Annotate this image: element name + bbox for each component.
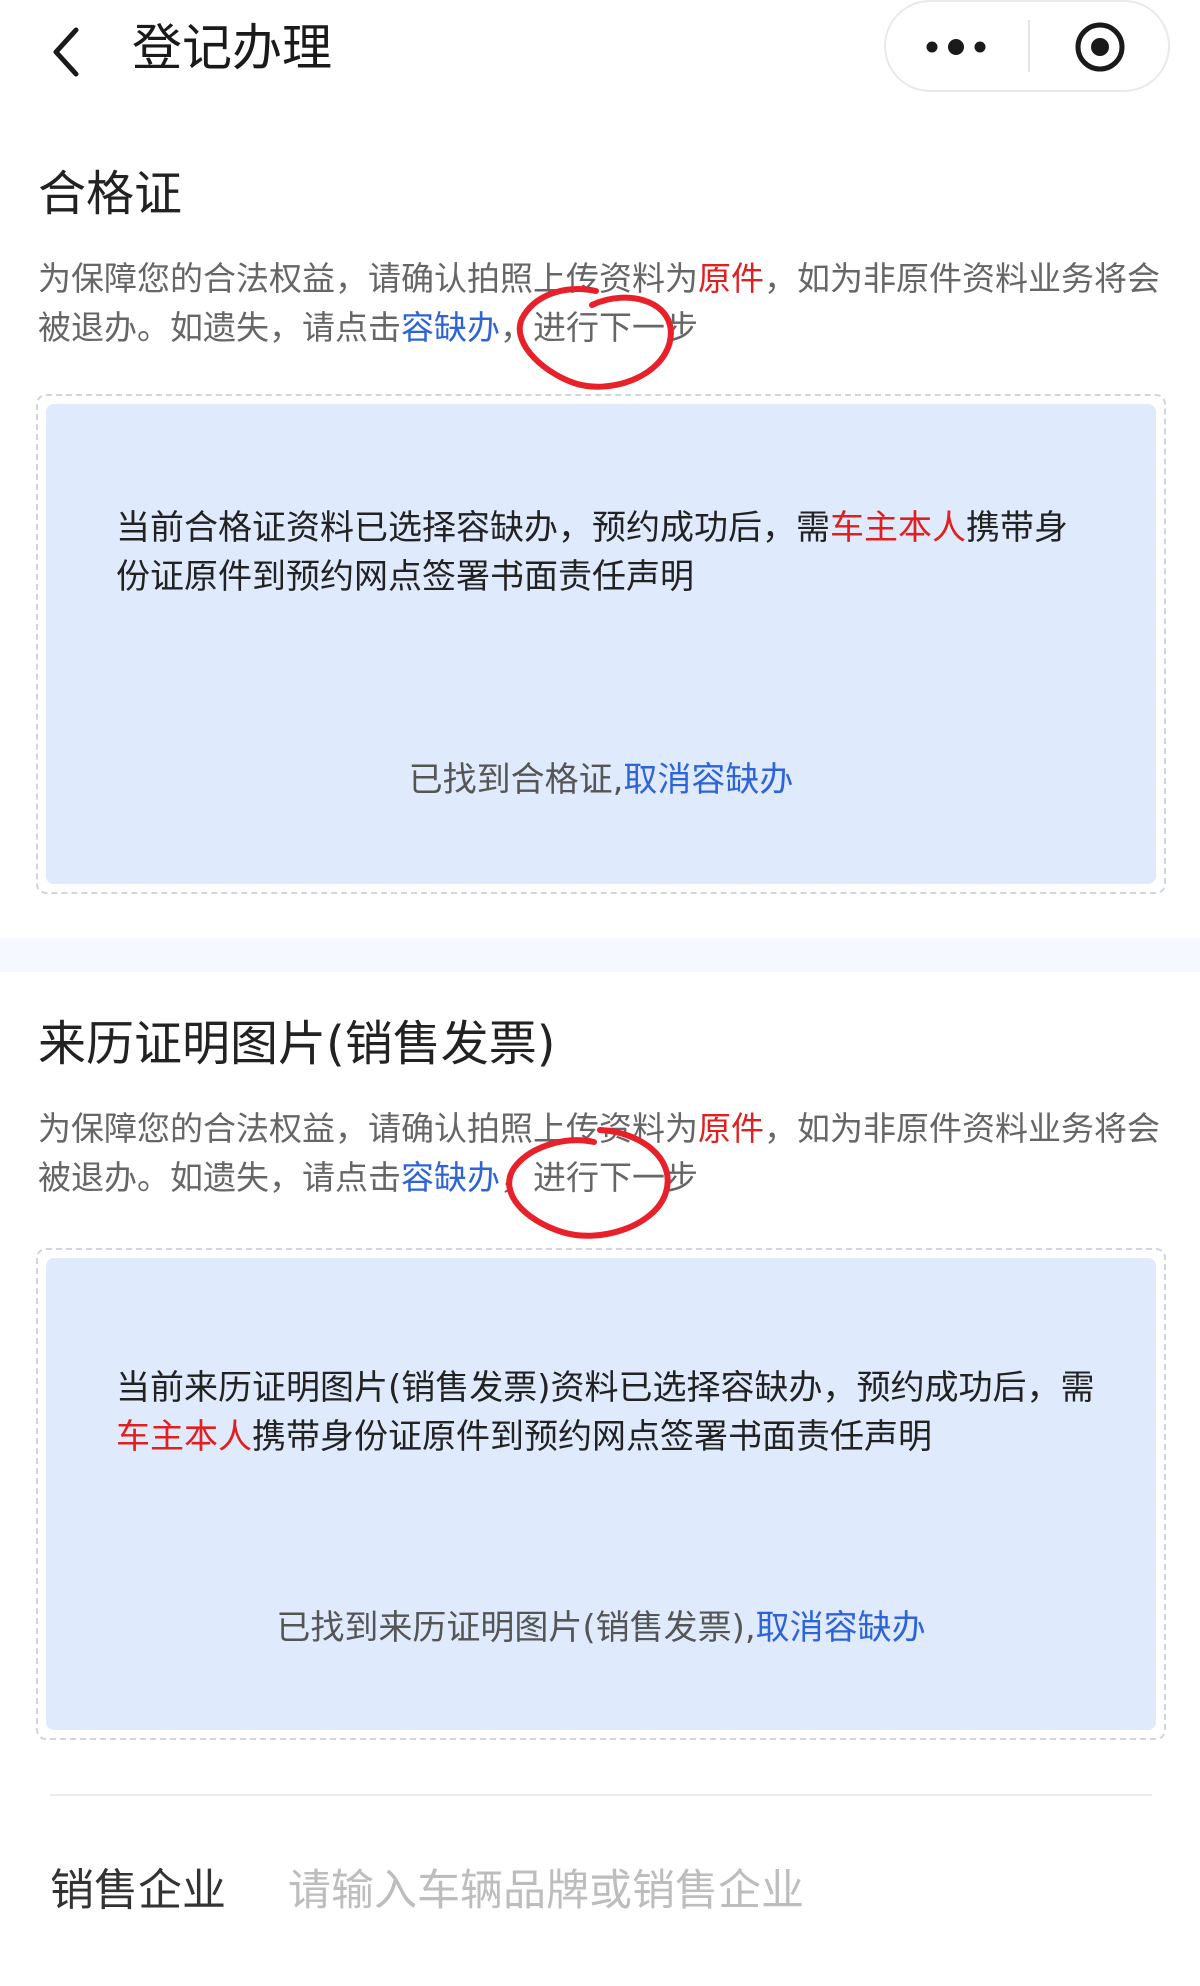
upload-card: 当前来历证明图片(销售发票)资料已选择容缺办，预约成功后，需车主本人携带身份证原… — [36, 1248, 1166, 1740]
card-message: 当前合格证资料已选择容缺办，预约成功后，需车主本人携带身份证原件到预约网点签署书… — [116, 504, 1096, 602]
sales-company-row: 销售企业 — [0, 1800, 1200, 1986]
status-text: 已找到合格证, — [408, 760, 624, 800]
notice-part: 为保障您的合法权益，请确认拍照上传资料为 — [38, 1109, 698, 1148]
card-status: 已找到合格证,取消容缺办 — [46, 756, 1156, 804]
section-title: 来历证明图片(销售发票) — [38, 1016, 556, 1072]
upload-card: 当前合格证资料已选择容缺办，预约成功后，需车主本人携带身份证原件到预约网点签署书… — [36, 394, 1166, 894]
notice-part: ，进行下一步 — [500, 1158, 698, 1197]
sales-company-label: 销售企业 — [50, 1865, 226, 1916]
rongque-link[interactable]: 容缺办 — [401, 308, 500, 347]
notice-highlight: 原件 — [698, 259, 764, 298]
card-message-highlight: 车主本人 — [116, 1417, 252, 1457]
notice-part: ，进行下一步 — [500, 308, 698, 347]
section-certificate: 合格证 为保障您的合法权益，请确认拍照上传资料为原件，如为非原件资料业务将会被退… — [0, 0, 1200, 938]
section-purchase-invoice: 来历证明图片(销售发票) 为保障您的合法权益，请确认拍照上传资料为原件，如为非原… — [0, 972, 1200, 1794]
card-message-part: 当前合格证资料已选择容缺办，预约成功后，需 — [116, 508, 830, 548]
field-divider — [50, 1794, 1152, 1796]
cancel-rongque-link[interactable]: 取消容缺办 — [756, 1608, 926, 1648]
card-message: 当前来历证明图片(销售发票)资料已选择容缺办，预约成功后，需车主本人携带身份证原… — [116, 1364, 1096, 1462]
upload-card-panel: 当前来历证明图片(销售发票)资料已选择容缺办，预约成功后，需车主本人携带身份证原… — [46, 1258, 1156, 1730]
section-title: 合格证 — [38, 166, 183, 222]
sales-company-input[interactable] — [288, 1856, 1148, 1926]
notice-part: 为保障您的合法权益，请确认拍照上传资料为 — [38, 259, 698, 298]
card-message-part: 当前来历证明图片(销售发票)资料已选择容缺办，预约成功后，需 — [116, 1368, 1095, 1408]
rongque-link[interactable]: 容缺办 — [401, 1158, 500, 1197]
status-text: 已找到来历证明图片(销售发票), — [276, 1608, 756, 1648]
upload-card-panel: 当前合格证资料已选择容缺办，预约成功后，需车主本人携带身份证原件到预约网点签署书… — [46, 404, 1156, 884]
card-message-highlight: 车主本人 — [830, 508, 966, 548]
card-message-part: 携带身份证原件到预约网点签署书面责任声明 — [252, 1417, 932, 1457]
section-divider — [0, 938, 1200, 972]
cancel-rongque-link[interactable]: 取消容缺办 — [623, 760, 793, 800]
notice-highlight: 原件 — [698, 1109, 764, 1148]
notice-text: 为保障您的合法权益，请确认拍照上传资料为原件，如为非原件资料业务将会被退办。如遗… — [38, 1104, 1168, 1202]
notice-text: 为保障您的合法权益，请确认拍照上传资料为原件，如为非原件资料业务将会被退办。如遗… — [38, 254, 1168, 352]
card-status: 已找到来历证明图片(销售发票),取消容缺办 — [46, 1604, 1156, 1652]
